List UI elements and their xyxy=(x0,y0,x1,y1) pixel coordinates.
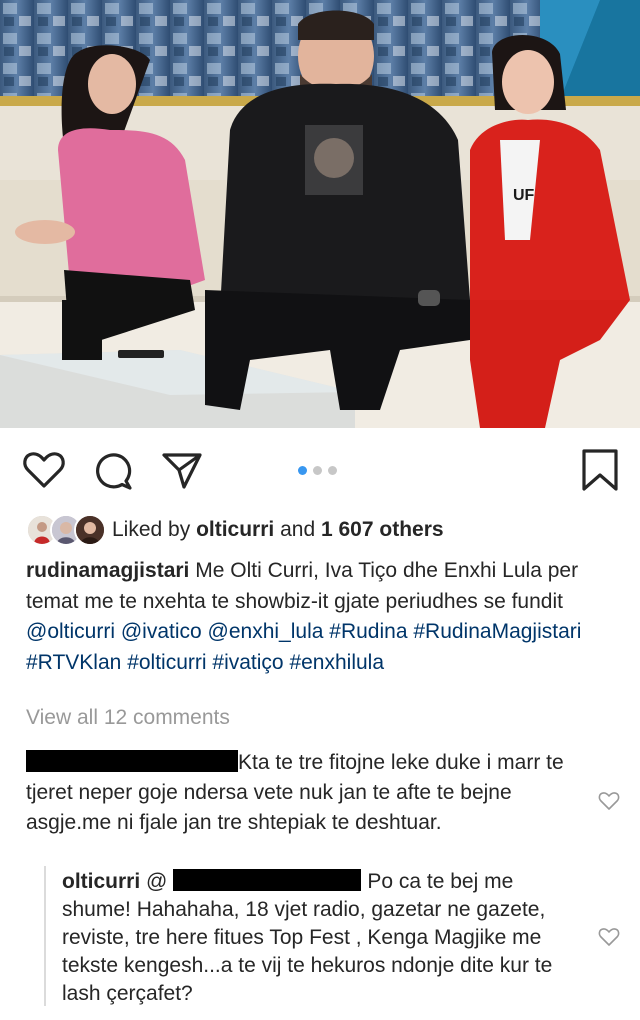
liker-avatars[interactable] xyxy=(26,514,106,546)
comment-like-button[interactable] xyxy=(598,790,620,812)
hashtag-link[interactable]: #enxhilula xyxy=(289,651,384,674)
heart-small-icon xyxy=(598,792,620,810)
view-all-comments-link[interactable]: View all 12 comments xyxy=(26,706,230,730)
mention-link[interactable]: @ivatico xyxy=(121,620,202,643)
hashtag-link[interactable]: #ivatiço xyxy=(212,651,283,674)
likes-middle: and xyxy=(280,518,316,541)
share-icon xyxy=(162,453,202,489)
post-caption: rudinamagjistari Me Olti Curri, Iva Tiço… xyxy=(26,556,616,678)
save-button[interactable] xyxy=(578,448,622,492)
like-button[interactable] xyxy=(22,448,66,492)
hashtag-link[interactable]: #Rudina xyxy=(329,620,407,643)
comment-button[interactable] xyxy=(92,448,136,492)
reply-mention[interactable]: @ xyxy=(146,870,167,893)
reply-comment: olticurri @ Po ca te bej me shume! Hahaha… xyxy=(62,868,582,1008)
hashtag-link[interactable]: #RTVKlan xyxy=(26,651,121,674)
post-photo[interactable]: UF xyxy=(0,0,640,428)
post-action-bar xyxy=(0,428,640,514)
likes-count-link[interactable]: 1 607 others xyxy=(321,518,444,542)
carousel-dot[interactable] xyxy=(313,465,322,475)
caption-username[interactable]: rudinamagjistari xyxy=(26,559,189,582)
mention-link[interactable]: @olticurri xyxy=(26,620,115,643)
heart-small-icon xyxy=(598,928,620,946)
carousel-indicator xyxy=(298,464,337,476)
photo-illustration: UF xyxy=(0,0,640,428)
hashtag-link[interactable]: #olticurri xyxy=(127,651,206,674)
liked-by-user-link[interactable]: olticurri xyxy=(196,518,274,542)
carousel-dot[interactable] xyxy=(328,465,337,475)
hashtag-link[interactable]: #RudinaMagjistari xyxy=(413,620,581,643)
shirt-print-text: UF xyxy=(513,187,535,204)
heart-icon xyxy=(23,452,65,488)
carousel-dot-active[interactable] xyxy=(298,465,307,475)
reply-thread-line xyxy=(44,866,46,1006)
redacted-username xyxy=(173,869,362,891)
reply-like-button[interactable] xyxy=(598,926,620,948)
likes-summary: Liked by olticurri and 1 607 others xyxy=(26,512,444,548)
likes-prefix: Liked by xyxy=(112,518,191,541)
avatar xyxy=(74,514,106,546)
mention-link[interactable]: @enxhi_lula xyxy=(208,620,324,643)
reply-username[interactable]: olticurri xyxy=(62,870,140,893)
share-button[interactable] xyxy=(160,448,204,492)
comment-icon xyxy=(96,453,132,490)
comment: Kta te tre fitojne leke duke i marr te t… xyxy=(26,748,586,838)
bookmark-icon xyxy=(582,449,618,491)
redacted-username xyxy=(26,750,238,772)
